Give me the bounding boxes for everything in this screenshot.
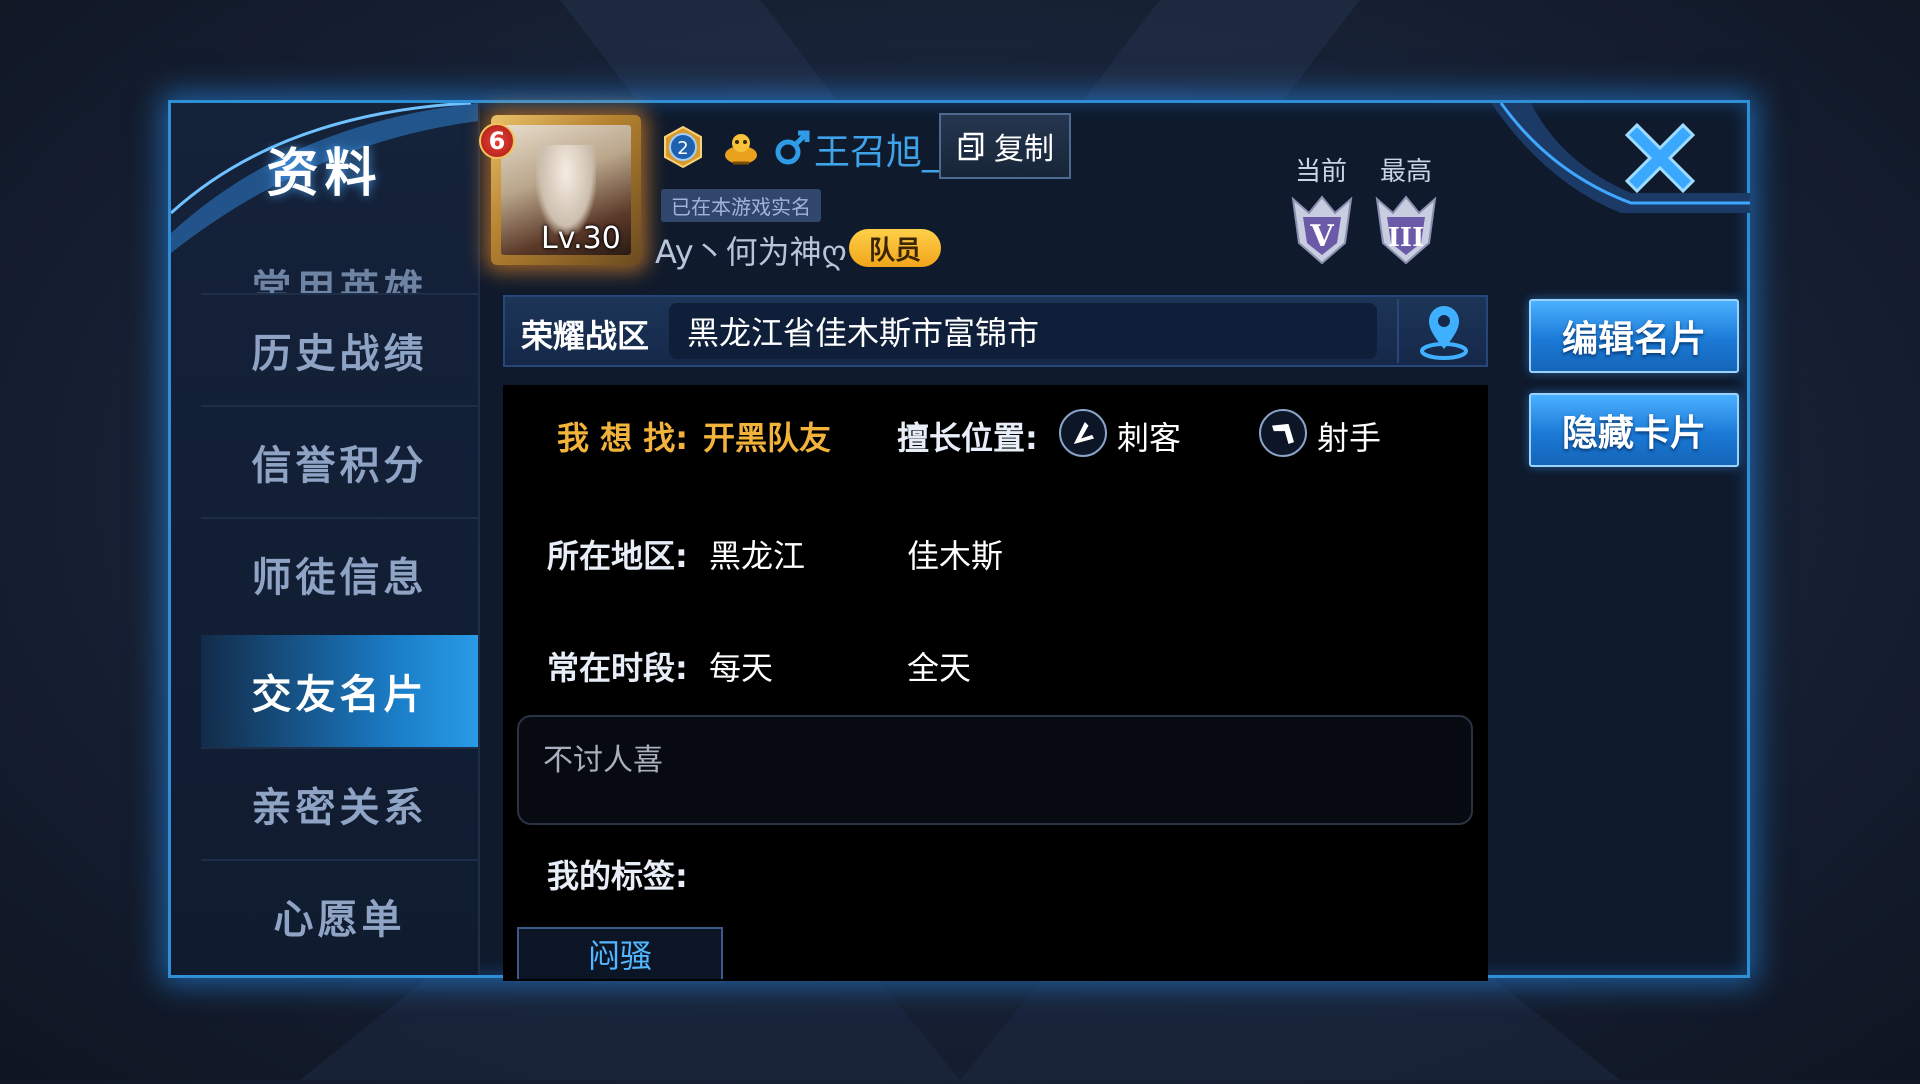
- copy-button-label: 复制: [994, 132, 1054, 167]
- sidebar-item-label: 交友名片: [251, 672, 428, 718]
- region-bar: 荣耀战区 黑龙江省佳木斯市富锦市: [503, 295, 1488, 367]
- location-pin-button[interactable]: [1397, 299, 1489, 363]
- looking-for-value: 开黑队友: [703, 419, 832, 457]
- sidebar-item-common-heroes[interactable]: 常用英雄: [201, 233, 478, 293]
- mascot-icon: [725, 134, 757, 165]
- rank-current-label: 当前: [1295, 157, 1348, 187]
- sidebar-item-label: 亲密关系: [251, 785, 428, 831]
- position-label: 擅长位置:: [897, 419, 1038, 457]
- tags-label: 我的标签:: [547, 857, 688, 895]
- sidebar-item-label: 信誉积分: [251, 443, 428, 489]
- signature-text: 不讨人喜: [543, 743, 663, 778]
- hide-card-label: 隐藏卡片: [1561, 413, 1706, 454]
- region-field[interactable]: 黑龙江省佳木斯市富锦市: [669, 303, 1377, 359]
- marksman-icon: [1259, 409, 1307, 457]
- signature-box: 不讨人喜: [517, 715, 1473, 825]
- close-icon[interactable]: [1617, 115, 1703, 201]
- tag-label: 闷骚: [587, 937, 652, 975]
- region-value: 黑龙江省佳木斯市富锦市: [687, 314, 1040, 352]
- location-pin-icon: [1420, 306, 1468, 360]
- area-city: 佳木斯: [907, 537, 1004, 575]
- edit-card-button[interactable]: 编辑名片: [1529, 299, 1739, 373]
- hide-card-button[interactable]: 隐藏卡片: [1529, 393, 1739, 467]
- area-province: 黑龙江: [709, 537, 806, 575]
- rank-2-icon: 2: [664, 125, 702, 169]
- level-badge: 6: [479, 123, 515, 159]
- sidebar-item-label: 师徒信息: [251, 555, 428, 601]
- time-days: 每天: [709, 649, 774, 687]
- sidebar-item-wishlist[interactable]: 心愿单: [201, 859, 478, 971]
- sidebar: 资料 常用英雄 历史战绩 信誉积分 师徒信息 交友名片 亲密关系 心愿单: [171, 103, 480, 975]
- male-icon: [775, 130, 810, 165]
- sidebar-item-label: 历史战绩: [251, 331, 428, 377]
- region-label: 荣耀战区: [521, 317, 650, 355]
- svg-text:V: V: [1309, 219, 1334, 254]
- sidebar-item-friend-card[interactable]: 交友名片: [201, 635, 478, 747]
- assassin-icon: [1059, 409, 1107, 457]
- time-label: 常在时段:: [547, 649, 688, 687]
- position-2: 射手: [1317, 419, 1382, 457]
- sidebar-item-credit-score[interactable]: 信誉积分: [201, 405, 478, 517]
- tag-chip: 闷骚: [517, 927, 723, 979]
- sidebar-item-label: 常用英雄: [251, 267, 428, 293]
- edit-card-label: 编辑名片: [1561, 319, 1706, 360]
- verified-tag: 已在本游戏实名: [661, 189, 821, 222]
- sidebar-item-match-history[interactable]: 历史战绩: [201, 293, 478, 405]
- role-badge: 队员: [849, 229, 941, 267]
- copy-icon: [958, 132, 984, 161]
- friend-card: 我 想 找: 开黑队友 擅长位置: 刺客 射手 所在地区: 黑龙江 佳木斯 常在…: [503, 385, 1488, 981]
- level-text: Lv.30: [541, 221, 621, 256]
- club-name: Ay丶何为神ღ: [655, 233, 847, 271]
- sidebar-item-mentorship[interactable]: 师徒信息: [201, 517, 478, 629]
- player-name: 王召旭_: [814, 132, 941, 173]
- time-range: 全天: [907, 649, 972, 687]
- position-1: 刺客: [1117, 419, 1182, 457]
- sidebar-item-relationships[interactable]: 亲密关系: [201, 747, 478, 859]
- sidebar-item-label: 心愿单: [273, 897, 406, 943]
- copy-button[interactable]: 复制: [939, 113, 1071, 179]
- svg-text:2: 2: [677, 138, 688, 159]
- sidebar-title: 资料: [266, 144, 383, 204]
- rank-v-emblem[interactable]: V: [1287, 191, 1357, 267]
- looking-for-label: 我 想 找:: [557, 419, 689, 457]
- rank-highest-label: 最高: [1380, 157, 1433, 187]
- profile-panel: 资料 常用英雄 历史战绩 信誉积分 师徒信息 交友名片 亲密关系 心愿单 6 L…: [168, 100, 1750, 981]
- svg-text:III: III: [1388, 223, 1425, 253]
- rank-iii-emblem[interactable]: III: [1371, 191, 1441, 267]
- area-label: 所在地区:: [547, 537, 688, 575]
